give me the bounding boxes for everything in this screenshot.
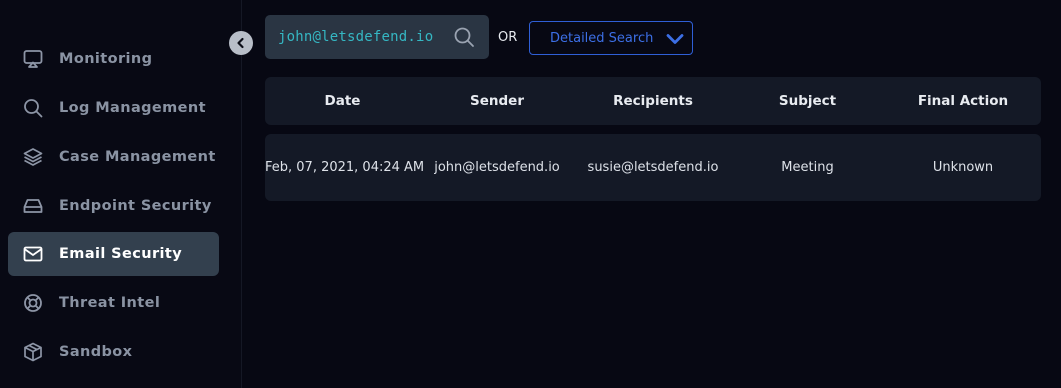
detailed-search-button[interactable]: Detailed Search xyxy=(529,21,693,55)
or-label: OR xyxy=(498,30,518,45)
column-header-recipients[interactable]: Recipients xyxy=(570,77,736,125)
collapse-sidebar-button[interactable] xyxy=(229,31,253,55)
column-header-sender[interactable]: Sender xyxy=(428,77,566,125)
mail-icon xyxy=(22,243,44,265)
sidebar-item-label: Case Management xyxy=(59,149,216,165)
search-input-value[interactable]: john@letsdefend.io xyxy=(278,29,433,45)
cell-subject: Meeting xyxy=(781,160,834,175)
cell-recipients: susie@letsdefend.io xyxy=(587,160,719,175)
layers-icon xyxy=(22,146,44,168)
sidebar: Monitoring Log Management Case Managemen… xyxy=(0,0,242,388)
sidebar-item-label: Endpoint Security xyxy=(59,198,212,214)
chevron-left-icon xyxy=(237,37,244,49)
column-header-subject[interactable]: Subject xyxy=(740,77,875,125)
column-header-final-action[interactable]: Final Action xyxy=(885,77,1041,125)
search-icon[interactable] xyxy=(453,26,475,48)
table-row[interactable]: Feb, 07, 2021, 04:24 AM john@letsdefend.… xyxy=(265,134,1041,201)
column-header-date[interactable]: Date xyxy=(265,77,420,125)
sidebar-item-monitoring[interactable]: Monitoring xyxy=(8,37,219,81)
cell-date: Feb, 07, 2021, 04:24 AM xyxy=(265,160,425,175)
sidebar-item-email-security[interactable]: Email Security xyxy=(8,232,219,276)
search-icon xyxy=(22,97,44,119)
sidebar-item-case-management[interactable]: Case Management xyxy=(8,135,219,179)
sidebar-item-log-management[interactable]: Log Management xyxy=(8,86,219,130)
sidebar-item-label: Log Management xyxy=(59,100,206,116)
sidebar-item-threat-intel[interactable]: Threat Intel xyxy=(8,281,219,325)
lifebuoy-icon xyxy=(22,292,44,314)
sidebar-item-label: Email Security xyxy=(59,246,183,262)
sidebar-item-label: Threat Intel xyxy=(59,295,161,311)
detailed-search-label: Detailed Search xyxy=(550,30,654,46)
sidebar-item-endpoint-security[interactable]: Endpoint Security xyxy=(8,184,219,228)
chevron-down-icon xyxy=(665,29,685,49)
cell-final-action: Unknown xyxy=(932,160,994,175)
sidebar-item-label: Sandbox xyxy=(59,344,133,360)
sidebar-item-sandbox[interactable]: Sandbox xyxy=(8,330,219,374)
sidebar-item-label: Monitoring xyxy=(59,51,153,67)
drive-icon xyxy=(22,195,44,217)
table-header: Date Sender Recipients Subject Final Act… xyxy=(265,77,1041,125)
box-icon xyxy=(22,341,44,363)
cell-sender: john@letsdefend.io xyxy=(434,160,560,175)
monitor-icon xyxy=(22,48,44,70)
search-input[interactable]: john@letsdefend.io xyxy=(265,15,489,59)
